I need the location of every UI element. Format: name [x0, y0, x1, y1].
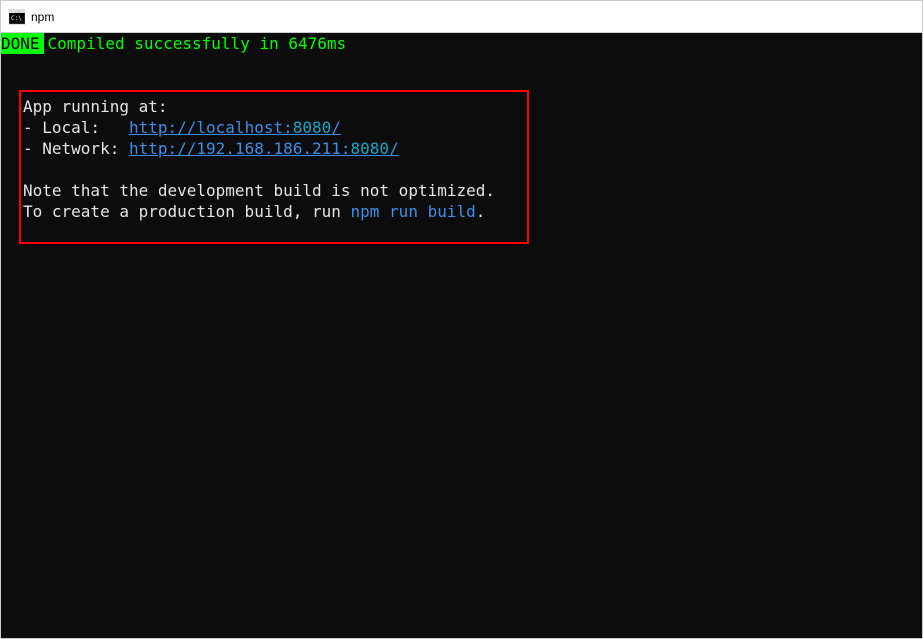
- terminal-window: C:\ npm DONE Compiled successfully in 64…: [0, 0, 923, 639]
- window-titlebar[interactable]: C:\ npm: [1, 1, 922, 33]
- build-command: npm run build: [351, 202, 476, 221]
- window-title: npm: [31, 10, 54, 24]
- annotation-box: App running at: - Local: http://localhos…: [19, 90, 529, 244]
- local-url-link[interactable]: http://localhost:8080/: [129, 118, 341, 137]
- done-badge: DONE: [1, 33, 44, 54]
- status-line: DONE Compiled successfully in 6476ms: [1, 33, 922, 54]
- blank-line: [23, 159, 525, 180]
- note-prefix: To create a production build, run: [23, 202, 351, 221]
- svg-text:C:\: C:\: [11, 15, 22, 22]
- local-label: - Local:: [23, 118, 129, 137]
- local-url-line: - Local: http://localhost:8080/: [23, 117, 525, 138]
- terminal-icon: C:\: [9, 9, 25, 25]
- note-suffix: .: [476, 202, 486, 221]
- network-url-line: - Network: http://192.168.186.211:8080/: [23, 138, 525, 159]
- terminal-body[interactable]: DONE Compiled successfully in 6476ms App…: [1, 33, 922, 638]
- note-line-2: To create a production build, run npm ru…: [23, 201, 525, 222]
- compile-status-text: Compiled successfully in 6476ms: [48, 33, 347, 54]
- app-running-text: App running at:: [23, 96, 525, 117]
- note-line-1: Note that the development build is not o…: [23, 180, 525, 201]
- network-url-link[interactable]: http://192.168.186.211:8080/: [129, 139, 399, 158]
- network-label: - Network:: [23, 139, 129, 158]
